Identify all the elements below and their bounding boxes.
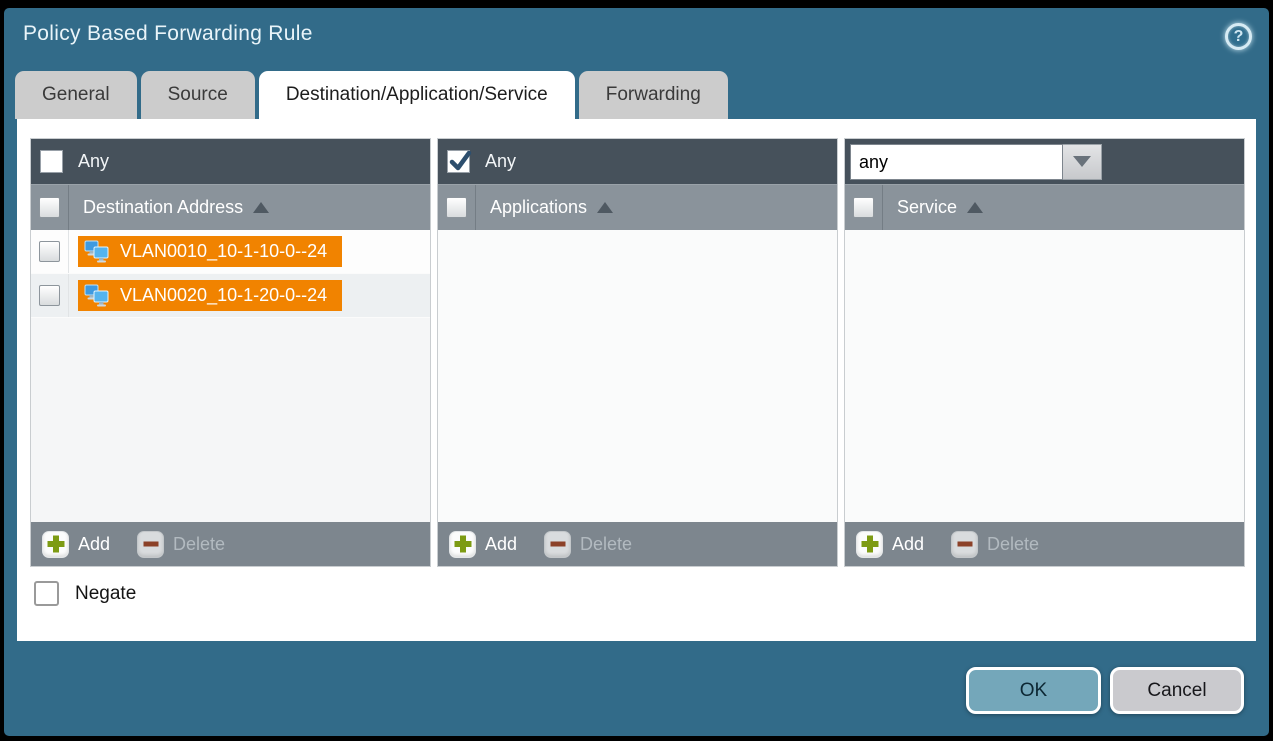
service-dropdown-bar: any bbox=[845, 139, 1244, 184]
dialog-title: Policy Based Forwarding Rule bbox=[23, 22, 313, 46]
applications-delete-button[interactable]: Delete bbox=[544, 531, 632, 558]
add-icon bbox=[856, 531, 883, 558]
applications-any-label: Any bbox=[485, 151, 516, 172]
service-dropdown-value[interactable]: any bbox=[850, 144, 1063, 180]
service-add-button[interactable]: Add bbox=[856, 531, 924, 558]
chevron-down-icon bbox=[1073, 156, 1091, 167]
destination-any-bar: Any bbox=[31, 139, 430, 184]
destination-column-header: Destination Address bbox=[31, 184, 430, 230]
negate-label: Negate bbox=[75, 583, 136, 605]
network-address-icon bbox=[84, 239, 111, 264]
delete-icon bbox=[951, 531, 978, 558]
destination-select-all-checkbox[interactable] bbox=[39, 197, 60, 218]
destination-address-list: VLAN0010_10-1-10-0--24 bbox=[31, 230, 430, 522]
applications-sort-header[interactable]: Applications bbox=[476, 185, 613, 230]
row-checkbox[interactable] bbox=[39, 241, 60, 262]
service-footer-bar: Add Delete bbox=[845, 522, 1244, 566]
applications-column: Any Applications Add Delete bbox=[437, 138, 838, 567]
service-dropdown-button[interactable] bbox=[1063, 144, 1102, 180]
service-delete-button[interactable]: Delete bbox=[951, 531, 1039, 558]
table-row: VLAN0010_10-1-10-0--24 bbox=[31, 230, 430, 274]
applications-footer-bar: Add Delete bbox=[438, 522, 837, 566]
negate-checkbox[interactable] bbox=[34, 581, 59, 606]
help-icon[interactable]: ? bbox=[1225, 23, 1252, 50]
negate-option: Negate bbox=[34, 581, 136, 606]
service-column-header: Service bbox=[845, 184, 1244, 230]
tab-destination-application-service[interactable]: Destination/Application/Service bbox=[259, 71, 575, 119]
delete-icon bbox=[137, 531, 164, 558]
ok-button[interactable]: OK bbox=[966, 667, 1101, 714]
address-item-vlan0020[interactable]: VLAN0020_10-1-20-0--24 bbox=[78, 280, 342, 311]
add-icon bbox=[42, 531, 69, 558]
service-sort-header[interactable]: Service bbox=[883, 185, 983, 230]
service-dropdown: any bbox=[850, 144, 1102, 180]
delete-icon bbox=[544, 531, 571, 558]
tab-forwarding[interactable]: Forwarding bbox=[579, 71, 728, 119]
check-icon bbox=[448, 149, 473, 174]
destination-address-sort-header[interactable]: Destination Address bbox=[69, 185, 269, 230]
tab-bar: General Source Destination/Application/S… bbox=[15, 71, 728, 119]
destination-add-button[interactable]: Add bbox=[42, 531, 110, 558]
applications-any-bar: Any bbox=[438, 139, 837, 184]
applications-column-header: Applications bbox=[438, 184, 837, 230]
address-item-vlan0010[interactable]: VLAN0010_10-1-10-0--24 bbox=[78, 236, 342, 267]
sort-asc-icon bbox=[253, 202, 269, 213]
table-row: VLAN0020_10-1-20-0--24 bbox=[31, 274, 430, 318]
service-select-all-checkbox[interactable] bbox=[853, 197, 874, 218]
applications-any-checkbox-checked[interactable] bbox=[447, 150, 470, 173]
destination-any-label: Any bbox=[78, 151, 109, 172]
service-list bbox=[845, 230, 1244, 522]
tab-general[interactable]: General bbox=[15, 71, 137, 119]
applications-select-all-checkbox[interactable] bbox=[446, 197, 467, 218]
row-checkbox[interactable] bbox=[39, 285, 60, 306]
applications-list bbox=[438, 230, 837, 522]
tab-source[interactable]: Source bbox=[141, 71, 255, 119]
policy-based-forwarding-rule-dialog: Policy Based Forwarding Rule ? General S… bbox=[4, 8, 1269, 736]
sort-asc-icon bbox=[597, 202, 613, 213]
destination-address-column: Any Destination Address bbox=[30, 138, 431, 567]
service-column: any Service Add bbox=[844, 138, 1245, 567]
applications-add-button[interactable]: Add bbox=[449, 531, 517, 558]
tab-content-panel: Any Destination Address bbox=[17, 119, 1256, 641]
sort-asc-icon bbox=[967, 202, 983, 213]
cancel-button[interactable]: Cancel bbox=[1110, 667, 1244, 714]
destination-any-checkbox[interactable] bbox=[40, 150, 63, 173]
destination-footer-bar: Add Delete bbox=[31, 522, 430, 566]
add-icon bbox=[449, 531, 476, 558]
network-address-icon bbox=[84, 283, 111, 308]
destination-delete-button[interactable]: Delete bbox=[137, 531, 225, 558]
